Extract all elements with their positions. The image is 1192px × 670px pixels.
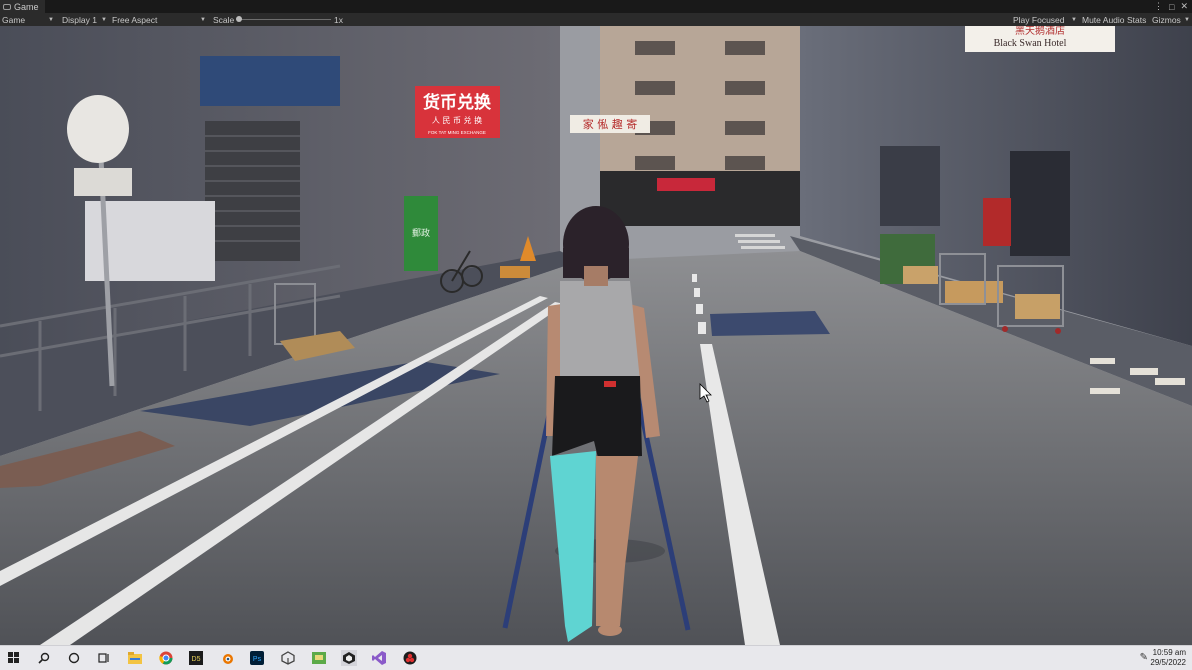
right-road-marking-box	[710, 311, 830, 336]
display-dropdown[interactable]: Display 1 ▼	[62, 13, 107, 26]
display-label: Display 1	[62, 14, 97, 25]
game-mode-label: Game	[2, 14, 26, 25]
clock-date: 29/5/2022	[1150, 658, 1186, 667]
clock-time: 10:59 am	[1152, 648, 1186, 657]
currency-sign-main-text: 货币兑换	[423, 92, 492, 113]
gizmos-dropdown[interactable]: Gizmos ▼	[1152, 13, 1190, 26]
hotel-sign-chinese: 黑天鹅酒店	[1015, 26, 1065, 37]
visual-studio-icon[interactable]	[371, 650, 387, 666]
currency-sign-sub-text: 人 民 币 兑 换	[432, 115, 482, 125]
more-options-icon[interactable]: ⋮	[1154, 1, 1163, 12]
photoshop-icon[interactable]: Ps	[249, 650, 265, 666]
scale-value: 1x	[334, 14, 343, 25]
davinci-resolve-icon[interactable]	[402, 650, 418, 666]
cortana-icon[interactable]	[66, 650, 82, 666]
chrome-icon[interactable]	[158, 650, 174, 666]
blender-icon[interactable]	[219, 650, 235, 666]
windows-start-icon[interactable]	[6, 650, 22, 666]
chevron-down-icon: ▼	[1184, 16, 1190, 23]
street-scene: 郵政 货币兑换 人 民 币 兑 换 FOK TAT MING EXCHANGE …	[0, 26, 1192, 645]
game-viewport[interactable]: 郵政 货币兑换 人 民 币 兑 换 FOK TAT MING EXCHANGE …	[0, 26, 1192, 645]
street-sign-circle	[67, 95, 129, 163]
currency-sign-small-text: FOK TAT MING EXCHANGE	[428, 130, 486, 135]
maps-icon[interactable]	[311, 650, 327, 666]
arcade-sign	[657, 178, 715, 191]
davinci-icon[interactable]: D5	[188, 650, 204, 666]
pen-icon[interactable]: ✎	[1140, 652, 1148, 663]
chevron-down-icon: ▼	[48, 16, 54, 23]
scale-label: Scale	[213, 14, 235, 25]
game-mode-dropdown[interactable]: Game ▼	[2, 13, 54, 26]
unity-hub-icon[interactable]	[341, 650, 357, 666]
middle-sign-text: 家 俬 趣 寄	[583, 117, 638, 131]
play-mode-dropdown[interactable]: Play Focused ▼	[1013, 13, 1077, 26]
svg-text:D5: D5	[192, 656, 201, 663]
cardboard-box	[903, 266, 938, 284]
game-view-toolbar: Game ▼ Display 1 ▼ Free Aspect ▼ Scale 1…	[0, 13, 1192, 27]
task-view-icon[interactable]	[96, 650, 112, 666]
game-controller-icon	[3, 3, 11, 10]
editor-tab-bar: Game ⋮ □ ✕	[0, 0, 1192, 13]
search-icon[interactable]	[36, 650, 52, 666]
aspect-label: Free Aspect	[112, 14, 158, 25]
street-debris	[500, 266, 530, 278]
gizmos-label: Gizmos	[1152, 14, 1181, 25]
windows-taskbar: D5 Ps ✎ 10:59 am 29/5/2022	[0, 645, 1192, 670]
hotel-sign-english: Black Swan Hotel	[994, 38, 1067, 49]
right-doorway	[1010, 151, 1070, 256]
window-controls: ⋮ □ ✕	[1154, 0, 1188, 13]
red-banner	[983, 198, 1011, 246]
mailbox-text: 郵政	[412, 227, 430, 238]
scale-slider-track[interactable]	[238, 19, 331, 20]
svg-text:Ps: Ps	[253, 656, 262, 663]
shop-awning	[200, 56, 340, 106]
close-icon[interactable]: ✕	[1180, 1, 1188, 12]
mute-audio-button[interactable]: Mute Audio	[1082, 13, 1125, 26]
game-tab[interactable]: Game	[0, 0, 45, 13]
unity-icon[interactable]	[280, 650, 296, 666]
right-shutter	[880, 146, 940, 226]
cardboard-box	[1015, 294, 1060, 319]
stats-button[interactable]: Stats	[1127, 13, 1146, 26]
scale-slider-handle[interactable]	[236, 16, 242, 22]
system-clock[interactable]: 10:59 am 29/5/2022	[1150, 648, 1186, 668]
chevron-down-icon: ▼	[101, 16, 107, 23]
chevron-down-icon: ▼	[1071, 16, 1077, 23]
street-sign-plate	[74, 168, 132, 196]
maximize-icon[interactable]: □	[1169, 2, 1174, 12]
chevron-down-icon: ▼	[200, 16, 206, 23]
aspect-dropdown[interactable]: Free Aspect ▼	[112, 13, 206, 26]
file-explorer-icon[interactable]	[127, 650, 143, 666]
cardboard-box	[945, 281, 1003, 303]
play-mode-label: Play Focused	[1013, 14, 1065, 25]
game-tab-label: Game	[14, 1, 39, 12]
